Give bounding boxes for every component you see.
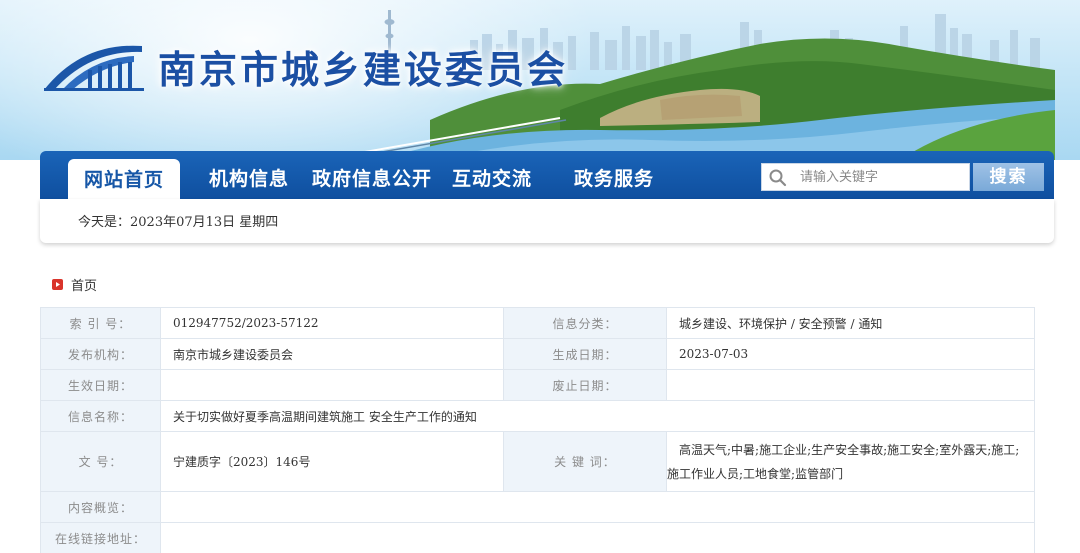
created-date-label: 生成日期： bbox=[503, 338, 667, 370]
summary-value bbox=[160, 491, 1035, 523]
nav-item-services[interactable]: 政务服务 bbox=[574, 151, 654, 199]
table-row: 文 号： 宁建质字〔2023〕146号 关 键 词： 高温天气;中暑;施工企业;… bbox=[40, 431, 1035, 492]
nav-item-interaction[interactable]: 互动交流 bbox=[452, 151, 532, 199]
table-row: 内容概览： bbox=[40, 491, 1035, 523]
category-value: 城乡建设、环境保护 / 安全预警 / 通知 bbox=[666, 307, 1035, 339]
created-date-value: 2023-07-03 bbox=[666, 338, 1035, 370]
site-title: 南京市城乡建设委员会 bbox=[158, 47, 569, 92]
info-name-label: 信息名称： bbox=[40, 400, 161, 432]
nav-item-home[interactable]: 网站首页 bbox=[68, 159, 180, 199]
nav-item-public-info[interactable]: 政府信息公开 bbox=[312, 151, 432, 199]
index-value: 012947752/2023-57122 bbox=[160, 307, 504, 339]
doc-number-value: 宁建质字〔2023〕146号 bbox=[160, 431, 504, 492]
date-bar: 今天是：2023年07月13日 星期四 bbox=[40, 199, 1054, 243]
publisher-value: 南京市城乡建设委员会 bbox=[160, 338, 504, 370]
header-banner: 南京市城乡建设委员会 bbox=[0, 0, 1080, 160]
search-button[interactable]: 搜索 bbox=[973, 163, 1044, 191]
table-row: 在线链接地址： bbox=[40, 522, 1035, 553]
current-date: 今天是：2023年07月13日 星期四 bbox=[78, 215, 279, 230]
table-row: 信息名称： 关于切实做好夏季高温期间建筑施工 安全生产工作的通知 bbox=[40, 400, 1035, 432]
main-nav: 网站首页 机构信息 政府信息公开 互动交流 政务服务 搜索 bbox=[40, 151, 1054, 199]
logo-icon bbox=[44, 45, 144, 91]
keywords-value: 高温天气;中暑;施工企业;生产安全事故;施工安全;室外露天;施工;施工作业人员;… bbox=[666, 431, 1035, 492]
doc-number-label: 文 号： bbox=[40, 431, 161, 492]
abolished-date-label: 废止日期： bbox=[503, 369, 667, 401]
effective-date-value bbox=[160, 369, 504, 401]
summary-label: 内容概览： bbox=[40, 491, 161, 523]
online-link-value bbox=[160, 522, 1035, 553]
nav-item-organization[interactable]: 机构信息 bbox=[209, 151, 289, 199]
search-input[interactable] bbox=[800, 164, 965, 190]
bullet-play-icon bbox=[52, 278, 63, 290]
info-metadata-table: 索 引 号： 012947752/2023-57122 信息分类： 城乡建设、环… bbox=[40, 307, 1035, 553]
breadcrumb: 首页 bbox=[52, 275, 97, 294]
online-link-label: 在线链接地址： bbox=[40, 522, 161, 553]
index-label: 索 引 号： bbox=[40, 307, 161, 339]
search-box bbox=[761, 163, 970, 191]
table-row: 索 引 号： 012947752/2023-57122 信息分类： 城乡建设、环… bbox=[40, 307, 1035, 339]
table-row: 生效日期： 废止日期： bbox=[40, 369, 1035, 401]
table-row: 发布机构： 南京市城乡建设委员会 生成日期： 2023-07-03 bbox=[40, 338, 1035, 370]
info-name-value: 关于切实做好夏季高温期间建筑施工 安全生产工作的通知 bbox=[160, 400, 1035, 432]
publisher-label: 发布机构： bbox=[40, 338, 161, 370]
effective-date-label: 生效日期： bbox=[40, 369, 161, 401]
keywords-label: 关 键 词： bbox=[503, 431, 667, 492]
search-icon bbox=[769, 169, 787, 187]
abolished-date-value bbox=[666, 369, 1035, 401]
breadcrumb-home-link[interactable]: 首页 bbox=[71, 275, 97, 294]
category-label: 信息分类： bbox=[503, 307, 667, 339]
